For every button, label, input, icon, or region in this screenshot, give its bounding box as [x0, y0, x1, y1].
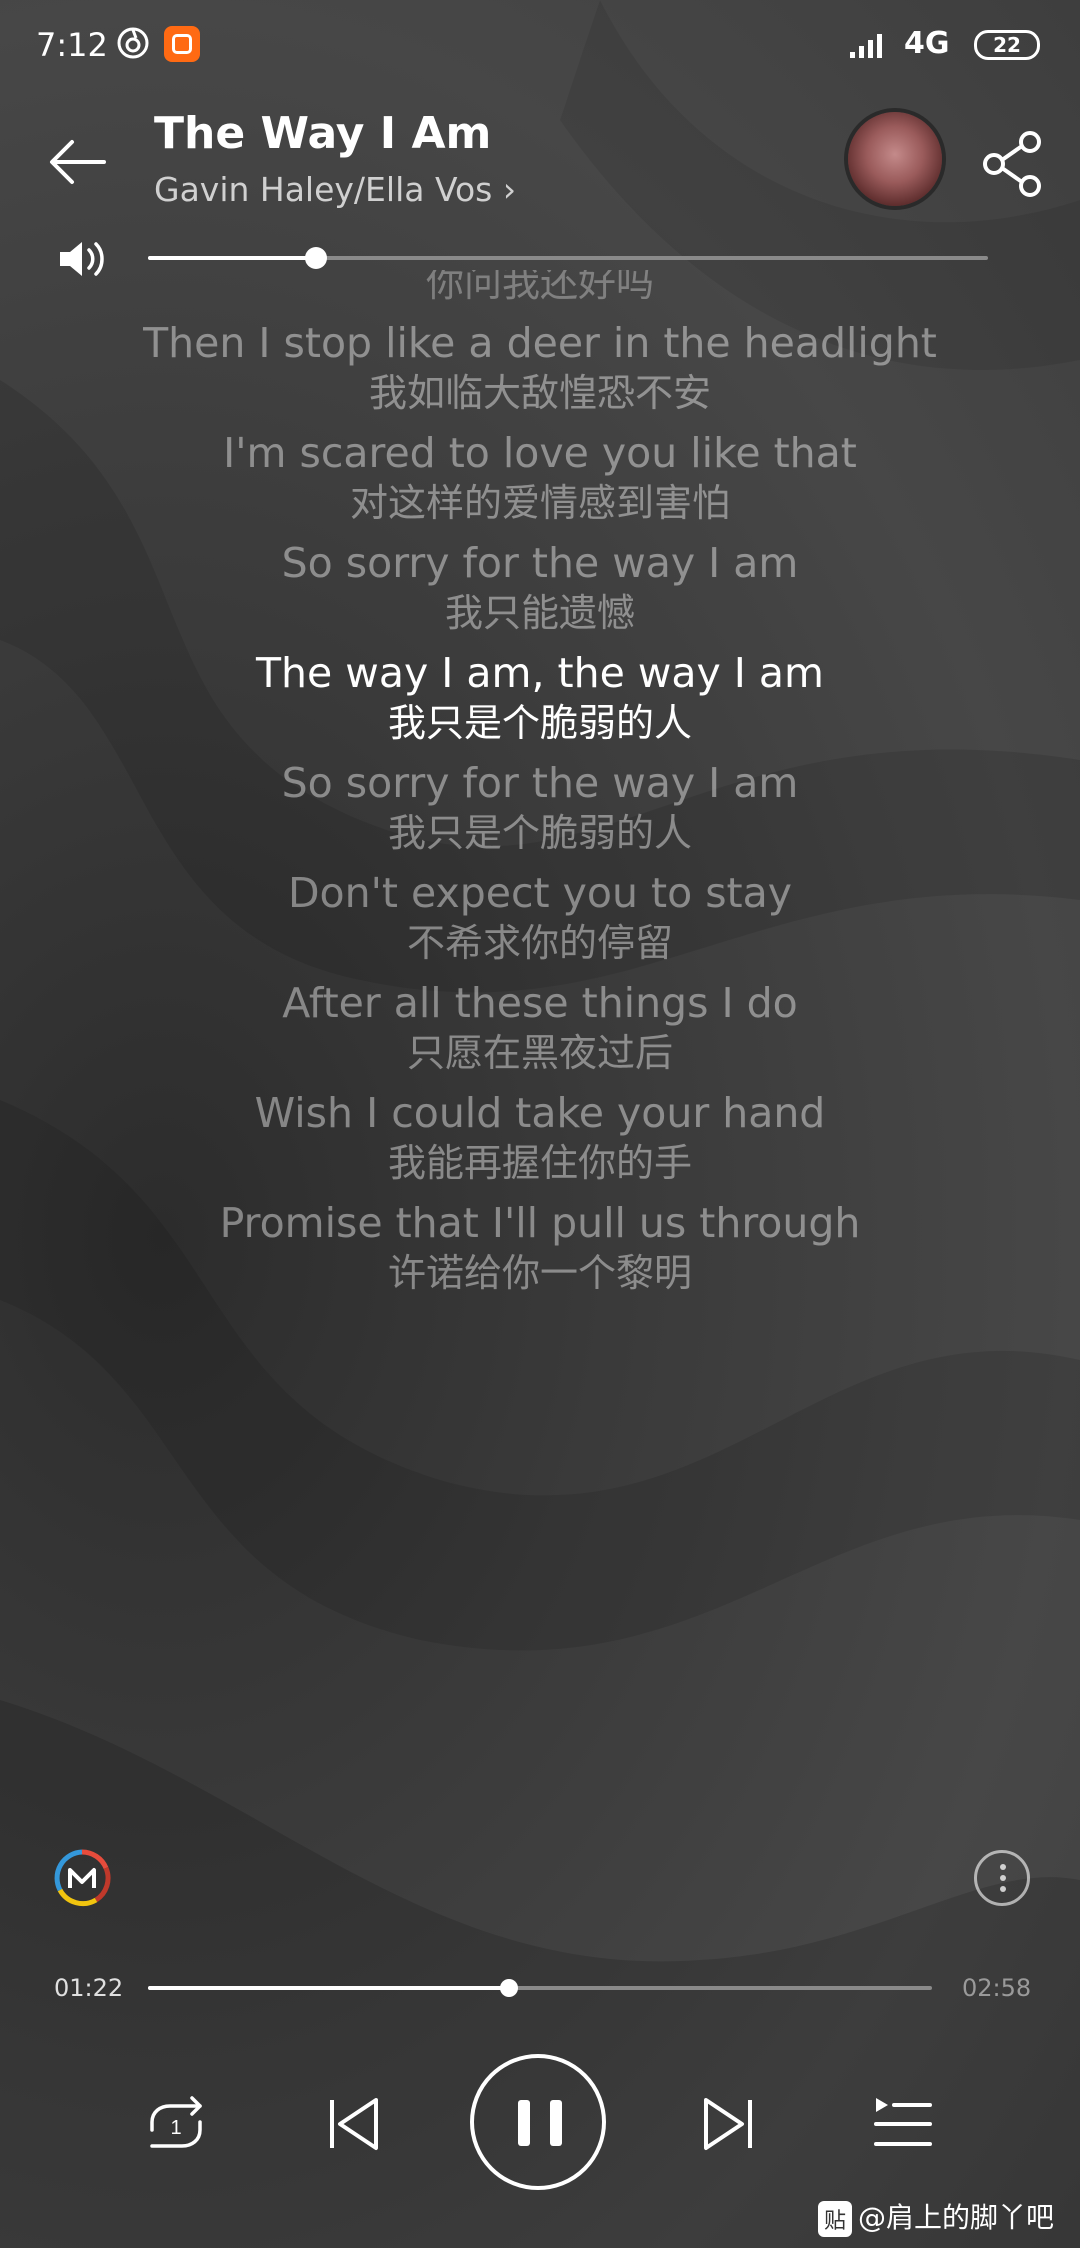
lyric-chinese: 我只能遗憾 — [444, 591, 635, 635]
status-bar: 7:12 4G 22 — [0, 0, 1080, 96]
volume-slider[interactable] — [148, 247, 988, 269]
lyric-chinese: 不希求你的停留 — [406, 921, 673, 965]
lyric-line[interactable]: After all these things I do 只愿在黑夜过后 — [0, 978, 1080, 1078]
lyric-line[interactable]: Don't expect you to stay 不希求你的停留 — [0, 868, 1080, 968]
lyric-chinese: 许诺给你一个黎明 — [387, 1251, 692, 1295]
lyric-chinese: 你问我还好吗 — [425, 270, 654, 305]
progress-slider[interactable] — [148, 1979, 932, 1997]
signal-icon — [850, 34, 882, 58]
lyric-line[interactable]: So everytime you ask me "baby you alrigh… — [0, 270, 1080, 308]
lyric-english: Promise that I'll pull us through — [219, 1199, 861, 1247]
lyric-chinese: 只愿在黑夜过后 — [406, 1031, 673, 1075]
pause-button[interactable] — [470, 2054, 606, 2190]
more-button[interactable] — [974, 1850, 1030, 1906]
lyric-english: After all these things I do — [282, 979, 798, 1027]
playlist-icon — [874, 2098, 932, 2146]
album-cover-avatar[interactable] — [848, 112, 942, 206]
battery-indicator: 22 — [974, 30, 1040, 60]
lyric-chinese: 我能再握住你的手 — [387, 1141, 692, 1185]
time-elapsed: 01:22 — [54, 1974, 124, 2002]
next-button[interactable] — [700, 2094, 756, 2154]
lyric-chinese: 对这样的爱情感到害怕 — [349, 481, 730, 525]
back-button[interactable] — [44, 126, 116, 198]
back-arrow-icon — [50, 140, 106, 184]
watermark-badge: 贴 — [818, 2201, 853, 2237]
status-time: 7:12 — [36, 26, 108, 64]
share-icon — [983, 131, 1041, 197]
lyric-english: Don't expect you to stay — [287, 869, 793, 917]
progress-thumb[interactable] — [499, 1979, 518, 1997]
lyric-english: I'm scared to love you like that — [223, 429, 857, 477]
repeat-button[interactable]: 1 — [142, 2092, 210, 2156]
lyric-line[interactable]: Wish I could take your hand 我能再握住你的手 — [0, 1088, 1080, 1188]
lyric-line-current[interactable]: The way I am, the way I am 我只是个脆弱的人 — [0, 648, 1080, 748]
lyric-line[interactable]: So sorry for the way I am 我只能遗憾 — [0, 538, 1080, 638]
lyric-line[interactable]: I'm scared to love you like that 对这样的爱情感到… — [0, 428, 1080, 528]
next-icon — [704, 2098, 752, 2150]
artist-link[interactable]: Gavin Haley/Ella Vos › — [154, 170, 516, 209]
lyric-english: Then I stop like a deer in the headlight — [143, 319, 937, 367]
mi-logo-icon[interactable] — [52, 1848, 112, 1908]
time-total: 02:58 — [962, 1974, 1032, 2002]
lyric-english: So sorry for the way I am — [281, 539, 799, 587]
lyric-english: Wish I could take your hand — [254, 1089, 826, 1137]
lyric-line[interactable]: Then I stop like a deer in the headlight… — [0, 318, 1080, 418]
lyric-chinese: 我如临大敌惶恐不安 — [368, 371, 711, 415]
chevron-right-icon: › — [502, 170, 517, 209]
previous-button[interactable] — [326, 2094, 382, 2154]
more-icon — [1000, 1864, 1006, 1870]
artist-name: Gavin Haley/Ella Vos — [154, 170, 493, 209]
lyrics-list[interactable]: So everytime you ask me "baby you alrigh… — [0, 270, 1080, 1790]
volume-fill — [148, 256, 316, 260]
mi-app-icon — [164, 26, 200, 62]
lyric-english: So sorry for the way I am — [281, 759, 799, 807]
previous-icon — [330, 2098, 378, 2150]
watermark: 贴 @肩上的脚丫吧 — [818, 2196, 1054, 2237]
lyric-chinese: 我只是个脆弱的人 — [387, 811, 692, 855]
lyric-line[interactable]: So sorry for the way I am 我只是个脆弱的人 — [0, 758, 1080, 858]
lyric-english: The way I am, the way I am — [256, 649, 824, 697]
share-button[interactable] — [978, 128, 1050, 200]
lyric-line[interactable]: Promise that I'll pull us through 许诺给你一个黎… — [0, 1198, 1080, 1298]
watermark-text: @肩上的脚丫吧 — [858, 2201, 1055, 2234]
playlist-button[interactable] — [872, 2094, 934, 2152]
network-type: 4G — [904, 26, 950, 61]
volume-thumb[interactable] — [305, 247, 327, 269]
lyric-chinese: 我只是个脆弱的人 — [387, 701, 692, 745]
netease-music-icon — [117, 27, 149, 59]
song-title: The Way I Am — [154, 108, 492, 159]
pause-icon — [518, 2100, 530, 2146]
progress-fill — [148, 1986, 509, 1990]
repeat-badge: 1 — [170, 2117, 181, 2139]
